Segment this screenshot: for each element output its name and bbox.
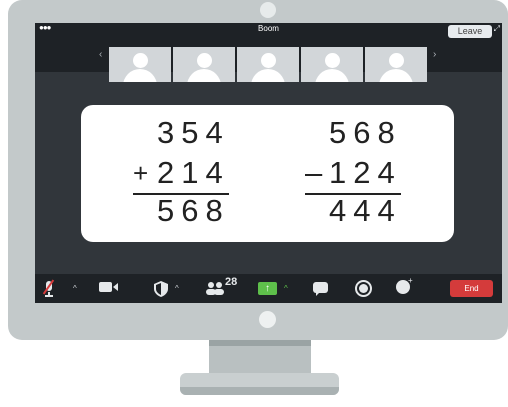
right-result-number: 444 [329, 193, 402, 228]
power-button [259, 311, 276, 328]
left-top-number: 354 [157, 115, 230, 150]
leave-button[interactable]: Leave [448, 25, 492, 38]
audio-options-caret-icon[interactable]: ^ [73, 284, 77, 293]
video-camera-icon[interactable] [99, 281, 119, 296]
monitor-bezel: ●●● Boom ‹ › Leave ⤢ 354 + 214 568 568 –… [8, 0, 508, 340]
avatar-body [187, 69, 221, 82]
shared-whiteboard: 354 + 214 568 568 – 124 444 [81, 105, 454, 242]
avatar-body [315, 69, 349, 82]
avatar-body [379, 69, 413, 82]
avatar-head [389, 53, 404, 68]
right-top-number: 568 [329, 115, 402, 150]
meeting-window: ●●● Boom ‹ › Leave ⤢ 354 + 214 568 568 –… [35, 23, 502, 303]
right-bottom-number: 124 [329, 155, 402, 190]
chat-icon[interactable] [313, 282, 328, 296]
strip-next-arrow-icon[interactable]: › [433, 49, 436, 60]
strip-prev-arrow-icon[interactable]: ‹ [99, 49, 102, 60]
title-bar: ●●● Boom [35, 23, 502, 35]
add-reaction-plus-icon: + [408, 276, 413, 285]
left-result-number: 568 [157, 193, 230, 228]
participant-strip: ‹ › [35, 35, 502, 82]
share-screen-button[interactable]: ↑ [258, 282, 277, 295]
right-operator: – [305, 155, 330, 190]
avatar-head [133, 53, 148, 68]
share-options-caret-icon[interactable]: ^ [284, 284, 288, 293]
participant-count: 28 [225, 276, 238, 288]
participant-thumbnail[interactable] [365, 47, 427, 82]
avatar-body [123, 69, 157, 82]
avatar-body [251, 69, 285, 82]
avatar-head [325, 53, 340, 68]
avatar-head [197, 53, 212, 68]
monitor-stand-base-shadow [180, 387, 339, 395]
record-icon[interactable] [355, 280, 372, 297]
participants-icon[interactable] [205, 281, 225, 298]
participant-thumbnail[interactable] [109, 47, 171, 82]
end-meeting-button[interactable]: End [450, 280, 493, 297]
monitor-stand-shadow [209, 340, 311, 346]
webcam-dot [260, 2, 276, 18]
left-bottom-number: 214 [157, 155, 230, 190]
participant-thumbnail[interactable] [173, 47, 235, 82]
expand-icon[interactable]: ⤢ [494, 24, 500, 34]
meeting-toolbar: ^ ^ 28 ↑ ^ + End [35, 274, 502, 303]
participant-thumbnail[interactable] [237, 47, 299, 82]
window-title: Boom [258, 24, 279, 33]
share-screen-icon: ↑ [265, 283, 270, 294]
security-shield-icon[interactable] [154, 281, 168, 300]
security-options-caret-icon[interactable]: ^ [175, 284, 179, 293]
participant-thumbnail[interactable] [301, 47, 363, 82]
left-operator: + [133, 158, 149, 188]
avatar-head [261, 53, 276, 68]
